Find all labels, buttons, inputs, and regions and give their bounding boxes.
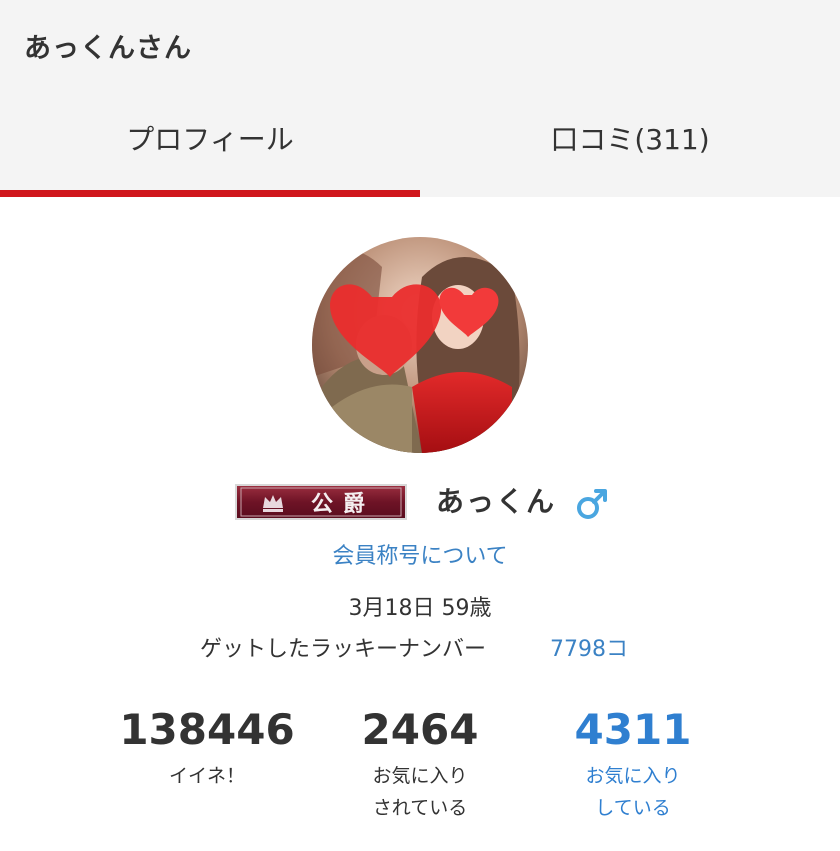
lucky-number-label: ゲットしたラッキーナンバー (200, 637, 487, 662)
likes-label: イイネ！ (168, 765, 245, 787)
rank-badge: 公爵 (235, 484, 407, 520)
avatar[interactable] (312, 237, 528, 453)
avatar-photo (312, 237, 528, 453)
favorited-by-count: 2464 (361, 705, 479, 754)
lucky-number-value[interactable]: 7798コ (550, 631, 628, 663)
favoriting-count[interactable]: 4311 (513, 700, 753, 760)
page-title: あっくんさん (24, 33, 192, 64)
favoriting-label-line1[interactable]: お気に入り (513, 760, 753, 792)
stat-likes: 138446 イイネ！ (87, 700, 327, 792)
tab-reviews[interactable]: 口コミ(311) (420, 118, 840, 188)
likes-count: 138446 (119, 705, 295, 754)
male-symbol-icon (573, 485, 611, 523)
active-tab-indicator (0, 190, 420, 197)
birthday-age: 3月18日 59歳 (348, 596, 492, 621)
rank-badge-label: 公爵 (311, 491, 375, 517)
favoriting-label-line2[interactable]: している (513, 792, 753, 824)
favorited-by-label-line2: されている (372, 797, 468, 819)
stat-favoriting[interactable]: 4311 お気に入り している (513, 700, 753, 824)
member-title-link[interactable]: 会員称号について (0, 538, 840, 570)
favorited-by-label-line1: お気に入り (372, 765, 468, 787)
tab-profile[interactable]: プロフィール (0, 118, 420, 188)
user-name: あっくん (436, 485, 557, 518)
stat-favorited-by: 2464 お気に入り されている (300, 700, 540, 824)
